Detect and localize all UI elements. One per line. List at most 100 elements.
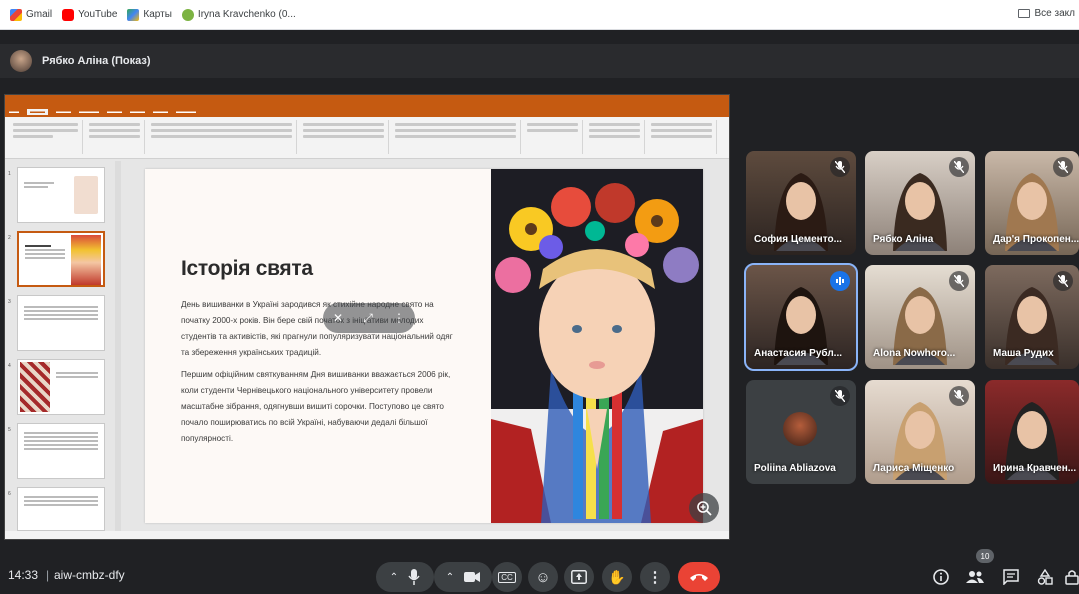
- participant-tile[interactable]: Анастасия Рубл...: [744, 263, 858, 371]
- participant-tile[interactable]: Poliina Abliazova: [746, 380, 856, 484]
- participant-name: София Цементо...: [754, 234, 842, 245]
- participant-tile[interactable]: Маша Рудих: [985, 265, 1079, 369]
- hangup-icon: [690, 574, 708, 581]
- ppt-tab: ▬▬▬: [56, 109, 71, 115]
- presenter-title: Рябко Аліна (Показ): [42, 55, 151, 67]
- meeting-info-button[interactable]: [928, 564, 954, 590]
- participant-name: Рябко Аліна: [873, 234, 934, 245]
- participant-tile[interactable]: Дар'я Прокопен...: [985, 151, 1079, 255]
- gmail-icon: [10, 8, 22, 21]
- ppt-tab: ▬▬▬▬: [79, 109, 99, 115]
- lock-icon: [1064, 570, 1079, 585]
- participant-name: Анастасия Рубл...: [754, 348, 843, 359]
- ribbon-group: [647, 120, 717, 154]
- mic-icon[interactable]: [408, 569, 420, 585]
- activities-button[interactable]: [1032, 564, 1058, 590]
- slide-thumbnails: 1 2 3 4 5 6: [5, 161, 115, 533]
- ppt-tab: ▬▬▬▬: [176, 109, 196, 115]
- slide-thumbnail[interactable]: [17, 487, 105, 531]
- participant-name: Ирина Кравчен...: [993, 463, 1077, 474]
- present-icon: [571, 570, 587, 584]
- mic-off-icon: [830, 157, 850, 177]
- bookmark-maps[interactable]: Карты: [127, 8, 172, 21]
- captions-button[interactable]: CC: [492, 562, 522, 592]
- participant-tile[interactable]: Рябко Аліна: [865, 151, 975, 255]
- slide-paragraph-2: Першим офіційним святкуванням Дня вишива…: [181, 370, 451, 443]
- speaking-indicator-icon: [830, 271, 850, 291]
- zoom-in-icon: [697, 501, 712, 516]
- raise-hand-button[interactable]: ✋: [602, 562, 632, 592]
- ribbon-group: [523, 120, 583, 154]
- mic-off-icon: [830, 386, 850, 406]
- slide-thumbnail[interactable]: [17, 359, 105, 415]
- ppt-ribbon: [5, 117, 729, 159]
- captions-icon: CC: [498, 571, 516, 583]
- camera-control: ⌃: [434, 562, 492, 592]
- presenter-avatar: [10, 50, 32, 72]
- more-vert-icon[interactable]: ⋮: [393, 311, 405, 325]
- mic-off-icon: [949, 386, 969, 406]
- ribbon-group: [85, 120, 145, 154]
- mic-off-icon: [1053, 157, 1073, 177]
- slide-thumbnail[interactable]: [17, 167, 105, 223]
- zoom-in-button[interactable]: [689, 493, 719, 523]
- thumbnail-scrollbar[interactable]: [115, 161, 121, 533]
- profile-icon: [181, 8, 194, 21]
- participant-tile[interactable]: София Цементо...: [746, 151, 856, 255]
- hide-icon[interactable]: ⤢: [363, 311, 373, 326]
- slide-thumbnail[interactable]: [17, 295, 105, 351]
- bottom-toolbar: 14:33 | aiw-cmbz-dfy ⌃ ⌃ CC ☺ ✋ ⋮: [0, 552, 1079, 594]
- mic-off-icon: [1053, 271, 1073, 291]
- participant-tile[interactable]: Лариса Міщенко: [865, 380, 975, 484]
- ppt-tab: ▬▬▬: [153, 109, 168, 115]
- ppt-tab: ▬▬▬: [107, 109, 122, 115]
- chat-button[interactable]: [998, 564, 1024, 590]
- mic-off-icon: [949, 271, 969, 291]
- separator: |: [46, 568, 50, 582]
- bookmark-profile[interactable]: Iryna Kravchenko (0...: [181, 8, 296, 21]
- end-call-button[interactable]: [678, 562, 720, 592]
- ppt-ribbon-tabs: ▬▬ ▬▬▬ ▬▬▬ ▬▬▬▬ ▬▬▬ ▬▬▬ ▬▬▬ ▬▬▬▬: [5, 107, 729, 117]
- chevron-up-icon[interactable]: ⌃: [446, 572, 454, 583]
- more-options-button[interactable]: ⋮: [640, 562, 670, 592]
- meeting-code: aiw-cmbz-dfy: [54, 568, 125, 582]
- emoji-button[interactable]: ☺: [528, 562, 558, 592]
- bookmarks-bar: Gmail YouTube Карты Iryna Kravchenko (0.…: [0, 0, 1079, 30]
- clock: 14:33: [8, 568, 39, 582]
- maps-icon: [127, 8, 140, 21]
- participant-name: Лариса Міщенко: [873, 463, 955, 474]
- slide-paragraph-1: День вишиванки в Україні зародився як ст…: [181, 300, 453, 357]
- mic-off-icon[interactable]: ✕: [333, 311, 343, 325]
- mic-off-icon: [949, 157, 969, 177]
- info-icon: [933, 569, 949, 585]
- ppt-tab: ▬▬▬: [130, 109, 145, 115]
- ribbon-group: [391, 120, 521, 154]
- present-button[interactable]: [564, 562, 594, 592]
- more-vert-icon: ⋮: [647, 569, 663, 586]
- ribbon-group: [147, 120, 297, 154]
- chevron-up-icon[interactable]: ⌃: [390, 572, 398, 583]
- slide-thumbnail-selected[interactable]: [17, 231, 105, 287]
- hand-icon: ✋: [608, 568, 626, 585]
- slide-thumbnail[interactable]: [17, 423, 105, 479]
- bookmark-gmail[interactable]: Gmail: [10, 8, 52, 21]
- emoji-icon: ☺: [535, 568, 551, 586]
- participant-name: Маша Рудих: [993, 348, 1054, 359]
- all-bookmarks[interactable]: Все закл: [1017, 8, 1075, 19]
- participant-tile[interactable]: Ирина Кравчен...: [985, 380, 1079, 484]
- slide-photo: [491, 169, 703, 523]
- participants-count-badge: 10: [976, 549, 994, 563]
- people-button[interactable]: [962, 564, 988, 590]
- ppt-tab: ▬▬: [9, 109, 19, 115]
- activities-icon: [1037, 569, 1053, 585]
- mic-control: ⌃: [376, 562, 434, 592]
- participant-name: Poliina Abliazova: [754, 463, 836, 474]
- ribbon-group: [585, 120, 645, 154]
- bookmark-youtube[interactable]: YouTube: [62, 8, 117, 21]
- participant-tile[interactable]: Alona Nowhoro...: [865, 265, 975, 369]
- camera-icon[interactable]: [464, 571, 481, 583]
- ribbon-group: [299, 120, 389, 154]
- chat-icon: [1003, 569, 1019, 585]
- people-icon: [966, 571, 984, 583]
- lock-button[interactable]: [1064, 564, 1079, 590]
